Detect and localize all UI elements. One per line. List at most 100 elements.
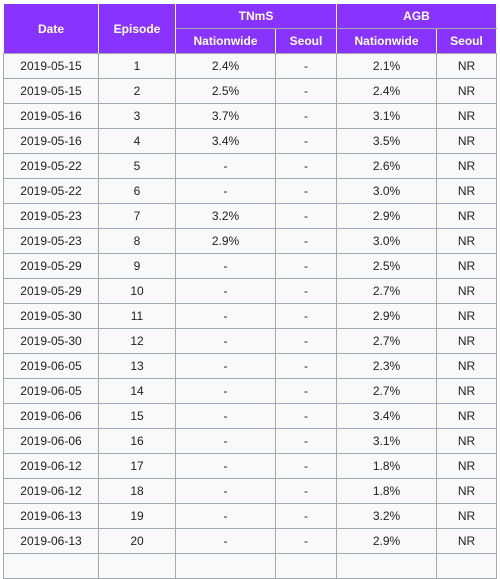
tnms-nationwide-cell: - — [175, 478, 276, 504]
agb-nationwide-cell: 2.1% — [336, 53, 437, 79]
tnms-nationwide-cell: 3.2% — [175, 203, 276, 229]
tnms-seoul-cell: - — [275, 153, 337, 179]
agb-seoul-cell: NR — [436, 203, 497, 229]
agb-seoul-cell — [436, 553, 497, 579]
episode-cell: 20 — [98, 528, 176, 554]
tnms-nationwide-cell: - — [175, 428, 276, 454]
date-cell: 2019-05-16 — [3, 128, 99, 154]
agb-seoul-cell: NR — [436, 178, 497, 204]
date-cell: 2019-05-29 — [3, 253, 99, 279]
agb-seoul-cell: NR — [436, 253, 497, 279]
date-cell: 2019-05-23 — [3, 203, 99, 229]
agb-nationwide-cell: 3.4% — [336, 403, 437, 429]
episode-cell: 15 — [98, 403, 176, 429]
table-row: 2019-05-23 8 2.9% -3.0% NR — [3, 228, 497, 254]
agb-seoul-cell: NR — [436, 278, 497, 304]
date-cell: 2019-06-13 — [3, 528, 99, 554]
date-cell: 2019-06-05 — [3, 353, 99, 379]
tnms-seoul-cell: - — [275, 228, 337, 254]
header-agb-nationwide: Nationwide — [336, 28, 437, 54]
tnms-nationwide-cell: 2.9% — [175, 228, 276, 254]
agb-nationwide-cell: 2.9% — [336, 303, 437, 329]
agb-nationwide-cell: 3.0% — [336, 228, 437, 254]
agb-seoul-cell: NR — [436, 428, 497, 454]
table-row: 2019-06-05 14- -2.7% NR — [3, 378, 497, 404]
agb-nationwide-cell: 2.3% — [336, 353, 437, 379]
table-row: 2019-05-16 3 3.7% -3.1% NR — [3, 103, 497, 129]
agb-seoul-cell: NR — [436, 103, 497, 129]
agb-nationwide-cell: 2.9% — [336, 203, 437, 229]
tnms-seoul-cell: - — [275, 528, 337, 554]
tnms-nationwide-cell: - — [175, 328, 276, 354]
tnms-nationwide-cell: - — [175, 403, 276, 429]
table-row: 2019-06-05 13- -2.3% NR — [3, 353, 497, 379]
tnms-nationwide-cell: - — [175, 303, 276, 329]
agb-nationwide-cell: 3.5% — [336, 128, 437, 154]
table-row: 2019-05-22 5- -2.6% NR — [3, 153, 497, 179]
date-cell: 2019-06-12 — [3, 453, 99, 479]
tnms-nationwide-cell: - — [175, 528, 276, 554]
agb-nationwide-cell: 2.5% — [336, 253, 437, 279]
table-row: 2019-05-30 11- -2.9% NR — [3, 303, 497, 329]
tnms-seoul-cell: - — [275, 303, 337, 329]
episode-cell: 6 — [98, 178, 176, 204]
table-row: 2019-06-12 17- -1.8% NR — [3, 453, 497, 479]
agb-seoul-cell: NR — [436, 503, 497, 529]
episode-cell: 1 — [98, 53, 176, 79]
episode-cell: 7 — [98, 203, 176, 229]
episode-cell: 3 — [98, 103, 176, 129]
table-row: 2019-06-06 15- -3.4% NR — [3, 403, 497, 429]
date-cell: 2019-05-30 — [3, 328, 99, 354]
agb-nationwide-cell: 1.8% — [336, 478, 437, 504]
tnms-seoul-cell: - — [275, 103, 337, 129]
agb-nationwide-cell: 3.0% — [336, 178, 437, 204]
episode-cell: 12 — [98, 328, 176, 354]
agb-nationwide-cell: 2.7% — [336, 278, 437, 304]
tnms-seoul-cell: - — [275, 378, 337, 404]
agb-nationwide-cell: 2.4% — [336, 78, 437, 104]
agb-seoul-cell: NR — [436, 228, 497, 254]
tnms-seoul-cell: - — [275, 478, 337, 504]
date-cell: 2019-06-05 — [3, 378, 99, 404]
agb-seoul-cell: NR — [436, 353, 497, 379]
date-cell: 2019-05-30 — [3, 303, 99, 329]
table-row: 2019-05-29 10- -2.7% NR — [3, 278, 497, 304]
table-row: 2019-06-12 18- -1.8% NR — [3, 478, 497, 504]
agb-nationwide-cell: 3.2% — [336, 503, 437, 529]
episode-cell: 14 — [98, 378, 176, 404]
table-row: 2019-05-29 9- -2.5% NR — [3, 253, 497, 279]
table-row: 2019-05-15 1 2.4% -2.1% NR — [3, 53, 497, 79]
episode-cell: 18 — [98, 478, 176, 504]
tnms-nationwide-cell: - — [175, 503, 276, 529]
tnms-seoul-cell: - — [275, 278, 337, 304]
episode-cell: 9 — [98, 253, 176, 279]
tnms-seoul-cell: - — [275, 253, 337, 279]
episode-cell: 2 — [98, 78, 176, 104]
agb-nationwide-cell: 3.1% — [336, 428, 437, 454]
header-tnms: TNmS — [175, 3, 337, 29]
header-episode: Episode — [98, 3, 176, 54]
agb-seoul-cell: NR — [436, 328, 497, 354]
table-row: 2019-06-06 16- -3.1% NR — [3, 428, 497, 454]
tnms-seoul-cell: - — [275, 428, 337, 454]
tnms-nationwide-cell: - — [175, 178, 276, 204]
tnms-nationwide-cell: 3.7% — [175, 103, 276, 129]
date-cell — [3, 553, 99, 579]
tnms-seoul-cell: - — [275, 53, 337, 79]
agb-seoul-cell: NR — [436, 528, 497, 554]
table-row: 2019-05-30 12- -2.7% NR — [3, 328, 497, 354]
date-cell: 2019-06-13 — [3, 503, 99, 529]
agb-nationwide-cell: 2.7% — [336, 328, 437, 354]
tnms-nationwide-cell: 2.4% — [175, 53, 276, 79]
agb-seoul-cell: NR — [436, 128, 497, 154]
tnms-seoul-cell: - — [275, 328, 337, 354]
agb-seoul-cell: NR — [436, 453, 497, 479]
date-cell: 2019-05-15 — [3, 78, 99, 104]
tnms-seoul-cell: - — [275, 503, 337, 529]
table-row: 2019-05-16 4 3.4% -3.5% NR — [3, 128, 497, 154]
tnms-seoul-cell — [275, 553, 337, 579]
agb-seoul-cell: NR — [436, 478, 497, 504]
agb-seoul-cell: NR — [436, 153, 497, 179]
tnms-seoul-cell: - — [275, 78, 337, 104]
header-agb: AGB — [336, 3, 497, 29]
